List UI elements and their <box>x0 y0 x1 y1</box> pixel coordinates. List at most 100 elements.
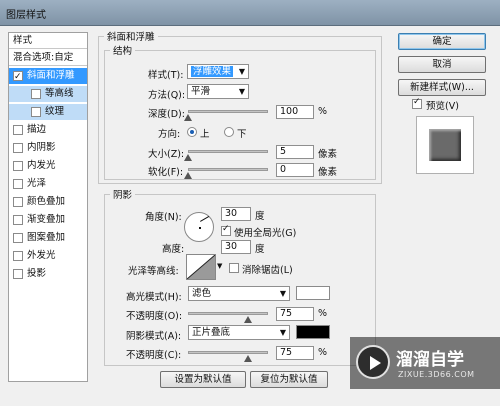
highlight-opacity-slider-track[interactable] <box>188 312 268 315</box>
bevel-emboss-title: 斜面和浮雕 <box>104 29 158 43</box>
highlight-opacity-input[interactable]: 75 <box>276 307 314 321</box>
watermark-brand: 溜溜自学 <box>396 350 464 370</box>
depth-slider-track[interactable] <box>188 110 268 113</box>
style-item-label: 外发光 <box>27 250 56 261</box>
preview-checkbox[interactable] <box>412 97 422 109</box>
direction-label: 方向: <box>158 129 181 140</box>
style-item-color-overlay[interactable]: 颜色叠加 <box>9 194 87 210</box>
style-preview-swatch <box>429 129 461 161</box>
gloss-contour-preview[interactable] <box>186 254 216 280</box>
soften-label: 软化(F): <box>148 167 184 178</box>
shadow-mode-value: 正片叠底 <box>192 327 231 338</box>
size-slider-thumb[interactable] <box>184 154 192 161</box>
watermark: 溜溜自学 ZIXUE.3D66.COM <box>350 337 500 389</box>
style-item-pattern-overlay[interactable]: 图案叠加 <box>9 230 87 246</box>
highlight-mode-label: 高光模式(H): <box>126 292 182 303</box>
size-slider-track[interactable] <box>188 150 268 153</box>
angle-dial-center <box>199 227 201 229</box>
shadow-opacity-unit: % <box>318 347 328 358</box>
highlight-opacity-slider-thumb[interactable] <box>244 316 252 323</box>
stroke-checkbox[interactable] <box>13 125 23 135</box>
angle-label: 角度(N): <box>145 212 182 223</box>
shadow-color-swatch[interactable] <box>296 325 330 339</box>
style-item-gradient-overlay[interactable]: 渐变叠加 <box>9 212 87 228</box>
depth-unit: % <box>318 106 328 117</box>
cancel-button[interactable]: 取消 <box>398 56 486 73</box>
depth-slider-thumb[interactable] <box>184 114 192 121</box>
style-item-label: 内发光 <box>27 160 56 171</box>
direction-up-radio[interactable] <box>187 127 197 137</box>
chevron-down-icon: ▼ <box>238 87 245 96</box>
shadow-mode-select[interactable]: 正片叠底 ▼ <box>188 325 290 340</box>
drop-shadow-checkbox[interactable] <box>13 269 23 279</box>
soften-input[interactable]: 0 <box>276 163 314 177</box>
direction-down-label: 下 <box>237 129 247 140</box>
method-select[interactable]: 平滑 ▼ <box>187 84 249 99</box>
bevel-checkbox[interactable] <box>13 69 23 85</box>
angle-dial[interactable] <box>184 212 214 242</box>
style-item-label: 斜面和浮雕 <box>27 70 75 81</box>
style-item-satin[interactable]: 光泽 <box>9 176 87 192</box>
highlight-opacity-label: 不透明度(O): <box>126 311 183 322</box>
global-light-checkbox[interactable] <box>221 224 231 236</box>
play-logo-icon <box>356 345 390 379</box>
gradient-overlay-checkbox[interactable] <box>13 215 23 225</box>
style-item-contour[interactable]: 等高线 <box>9 86 87 102</box>
style-item-label: 颜色叠加 <box>27 196 66 207</box>
angle-input[interactable]: 30 <box>221 207 251 221</box>
inner-shadow-checkbox[interactable] <box>13 143 23 153</box>
depth-input[interactable]: 100 <box>276 105 314 119</box>
watermark-url: ZIXUE.3D66.COM <box>398 370 475 379</box>
contour-checkbox[interactable] <box>31 89 41 99</box>
styles-header[interactable]: 样式 <box>9 33 87 49</box>
gloss-contour-label: 光泽等高线: <box>128 266 179 277</box>
texture-checkbox[interactable] <box>31 107 41 117</box>
shadow-opacity-slider-thumb[interactable] <box>244 355 252 362</box>
style-item-label: 纹理 <box>45 106 65 117</box>
antialias-checkbox[interactable] <box>229 263 239 273</box>
style-item-inner-shadow[interactable]: 内阴影 <box>9 140 87 156</box>
color-overlay-checkbox[interactable] <box>13 197 23 207</box>
pattern-overlay-checkbox[interactable] <box>13 233 23 243</box>
style-preview-box <box>416 116 474 174</box>
style-item-stroke[interactable]: 描边 <box>9 122 87 138</box>
shadow-opacity-input[interactable]: 75 <box>276 346 314 360</box>
soften-unit: 像素 <box>318 167 338 178</box>
altitude-label: 高度: <box>162 244 185 255</box>
direction-down-radio[interactable] <box>224 127 234 137</box>
shadow-opacity-slider-track[interactable] <box>188 351 268 354</box>
reset-default-button[interactable]: 复位为默认值 <box>250 371 328 388</box>
highlight-mode-select[interactable]: 滤色 ▼ <box>188 286 290 301</box>
soften-slider-track[interactable] <box>188 168 268 171</box>
altitude-input[interactable]: 30 <box>221 240 251 254</box>
outer-glow-checkbox[interactable] <box>13 251 23 261</box>
style-item-label: 渐变叠加 <box>27 214 66 225</box>
style-select[interactable]: 浮雕效果 ▼ <box>187 64 249 79</box>
style-item-label: 等高线 <box>45 88 74 99</box>
depth-label: 深度(D): <box>148 109 185 120</box>
style-item-label: 图案叠加 <box>27 232 66 243</box>
size-input[interactable]: 5 <box>276 145 314 159</box>
ok-button[interactable]: 确定 <box>398 33 486 50</box>
highlight-color-swatch[interactable] <box>296 286 330 300</box>
blending-options-item[interactable]: 混合选项:自定 <box>9 50 87 66</box>
style-item-texture[interactable]: 纹理 <box>9 104 87 120</box>
style-label: 样式(T): <box>148 70 184 81</box>
contour-dropdown-arrow-icon[interactable]: ▼ <box>217 262 222 270</box>
new-style-button[interactable]: 新建样式(W)... <box>398 79 486 96</box>
preview-label: 预览(V) <box>426 101 459 112</box>
inner-glow-checkbox[interactable] <box>13 161 23 171</box>
size-label: 大小(Z): <box>148 149 185 160</box>
highlight-mode-value: 滤色 <box>192 288 212 299</box>
styles-list: 样式 混合选项:自定 斜面和浮雕 等高线 纹理 描边 内阴影 内发光 光泽 <box>8 32 88 382</box>
style-item-outer-glow[interactable]: 外发光 <box>9 248 87 264</box>
direction-up-label: 上 <box>200 129 210 140</box>
soften-slider-thumb[interactable] <box>184 172 192 179</box>
satin-checkbox[interactable] <box>13 179 23 189</box>
contour-curve-icon <box>186 254 216 280</box>
style-item-bevel-emboss[interactable]: 斜面和浮雕 <box>9 68 87 85</box>
make-default-button[interactable]: 设置为默认值 <box>160 371 246 388</box>
style-item-drop-shadow[interactable]: 投影 <box>9 266 87 282</box>
style-item-inner-glow[interactable]: 内发光 <box>9 158 87 174</box>
method-label: 方法(Q): <box>148 90 186 101</box>
